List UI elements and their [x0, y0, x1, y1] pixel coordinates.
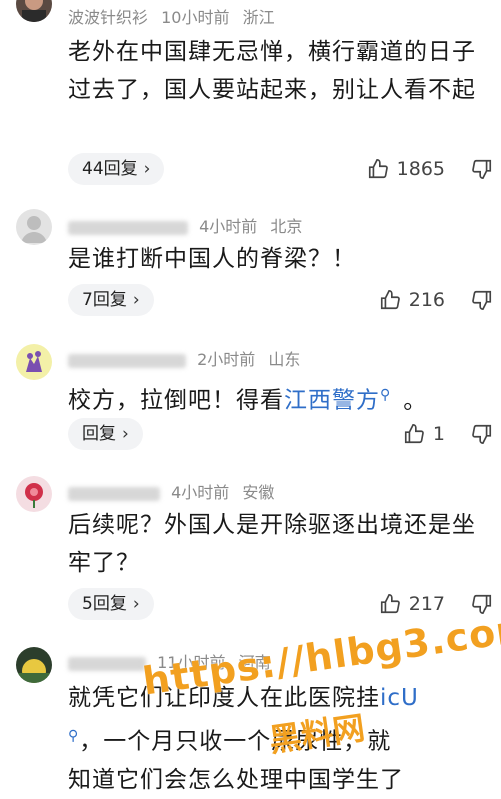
search-icon[interactable]: ⚲ [68, 728, 79, 744]
comment-time: 4小时前 [171, 483, 230, 502]
reply-button[interactable]: 7回复 › [68, 284, 154, 316]
dislike-button[interactable] [471, 289, 493, 311]
chevron-right-icon: › [132, 594, 140, 614]
like-count: 217 [408, 593, 445, 615]
like-count: 1 [432, 423, 445, 445]
thumbs-down-icon [472, 424, 492, 444]
like-button[interactable]: 217 [379, 593, 471, 615]
reply-button[interactable]: 5回复 › [68, 588, 154, 620]
thumbs-down-icon [472, 159, 492, 179]
avatar[interactable] [16, 209, 52, 245]
username-blurred[interactable] [68, 220, 188, 235]
comment-text[interactable]: 校方，拉倒吧！得看江西警方⚲ 。 [68, 376, 488, 420]
comment-text-part: 。 [403, 387, 428, 414]
chevron-right-icon: › [143, 159, 151, 179]
comment-meta: 波波针织衫 10小时前 浙江 [68, 4, 275, 28]
comment-actions: 216 [379, 284, 493, 316]
like-button[interactable]: 1865 [367, 158, 471, 180]
thumbs-down-icon [472, 290, 492, 310]
username-blurred[interactable] [68, 656, 146, 671]
avatar[interactable] [16, 0, 52, 22]
reply-label: 7回复 [82, 290, 127, 310]
search-link[interactable]: icU [380, 685, 419, 711]
thumbs-up-icon [404, 424, 424, 444]
comment-time: 10小时前 [161, 8, 230, 27]
search-link[interactable]: 江西警方 [284, 388, 380, 414]
comment-text-part: 校方，拉倒吧！得看 [68, 387, 284, 414]
comment-location: 山东 [268, 350, 301, 369]
comment-time: 4小时前 [199, 217, 258, 236]
comment-text[interactable]: 老外在中国肆无忌惮，横行霸道的日子过去了，国人要站起来，别让人看不起 [68, 33, 488, 109]
reply-label: 回复 [82, 424, 116, 444]
comment-meta: 2小时前 山东 [68, 346, 300, 370]
comment-text-line: 知道它们会怎么处理中国学生了 [68, 766, 404, 793]
thumbs-up-icon [368, 159, 388, 179]
reply-label: 44回复 [82, 159, 138, 179]
username[interactable]: 波波针织衫 [68, 8, 148, 27]
chevron-right-icon: › [122, 424, 129, 444]
username-blurred[interactable] [68, 353, 186, 368]
comment-actions: 1865 [367, 153, 493, 185]
comment-meta: 4小时前 安徽 [68, 479, 274, 503]
reply-button[interactable]: 回复 › [68, 418, 143, 450]
thumbs-up-icon [380, 594, 400, 614]
comment-location: 北京 [270, 217, 303, 236]
comment-text[interactable]: 后续呢？外国人是开除驱逐出境还是坐牢了？ [68, 506, 488, 582]
comment-location: 浙江 [242, 8, 275, 27]
comment-text[interactable]: 是谁打断中国人的脊梁？！ [68, 240, 488, 278]
chevron-right-icon: › [132, 290, 140, 310]
like-count: 1865 [396, 158, 445, 180]
like-count: 216 [408, 289, 445, 311]
comment-location: 安徽 [242, 483, 275, 502]
reply-button[interactable]: 44回复 › [68, 153, 165, 185]
avatar[interactable] [16, 647, 52, 683]
avatar[interactable] [16, 344, 52, 380]
reply-label: 5回复 [82, 594, 127, 614]
dislike-button[interactable] [471, 158, 493, 180]
comment-time: 2小时前 [197, 350, 256, 369]
like-button[interactable]: 1 [403, 423, 471, 445]
like-button[interactable]: 216 [379, 289, 471, 311]
thumbs-up-icon [380, 290, 400, 310]
dislike-button[interactable] [471, 423, 493, 445]
search-icon[interactable]: ⚲ [380, 387, 391, 403]
username-blurred[interactable] [68, 486, 160, 501]
avatar[interactable] [16, 476, 52, 512]
comment-actions: 1 [403, 418, 493, 450]
comment-meta: 4小时前 北京 [68, 213, 302, 237]
